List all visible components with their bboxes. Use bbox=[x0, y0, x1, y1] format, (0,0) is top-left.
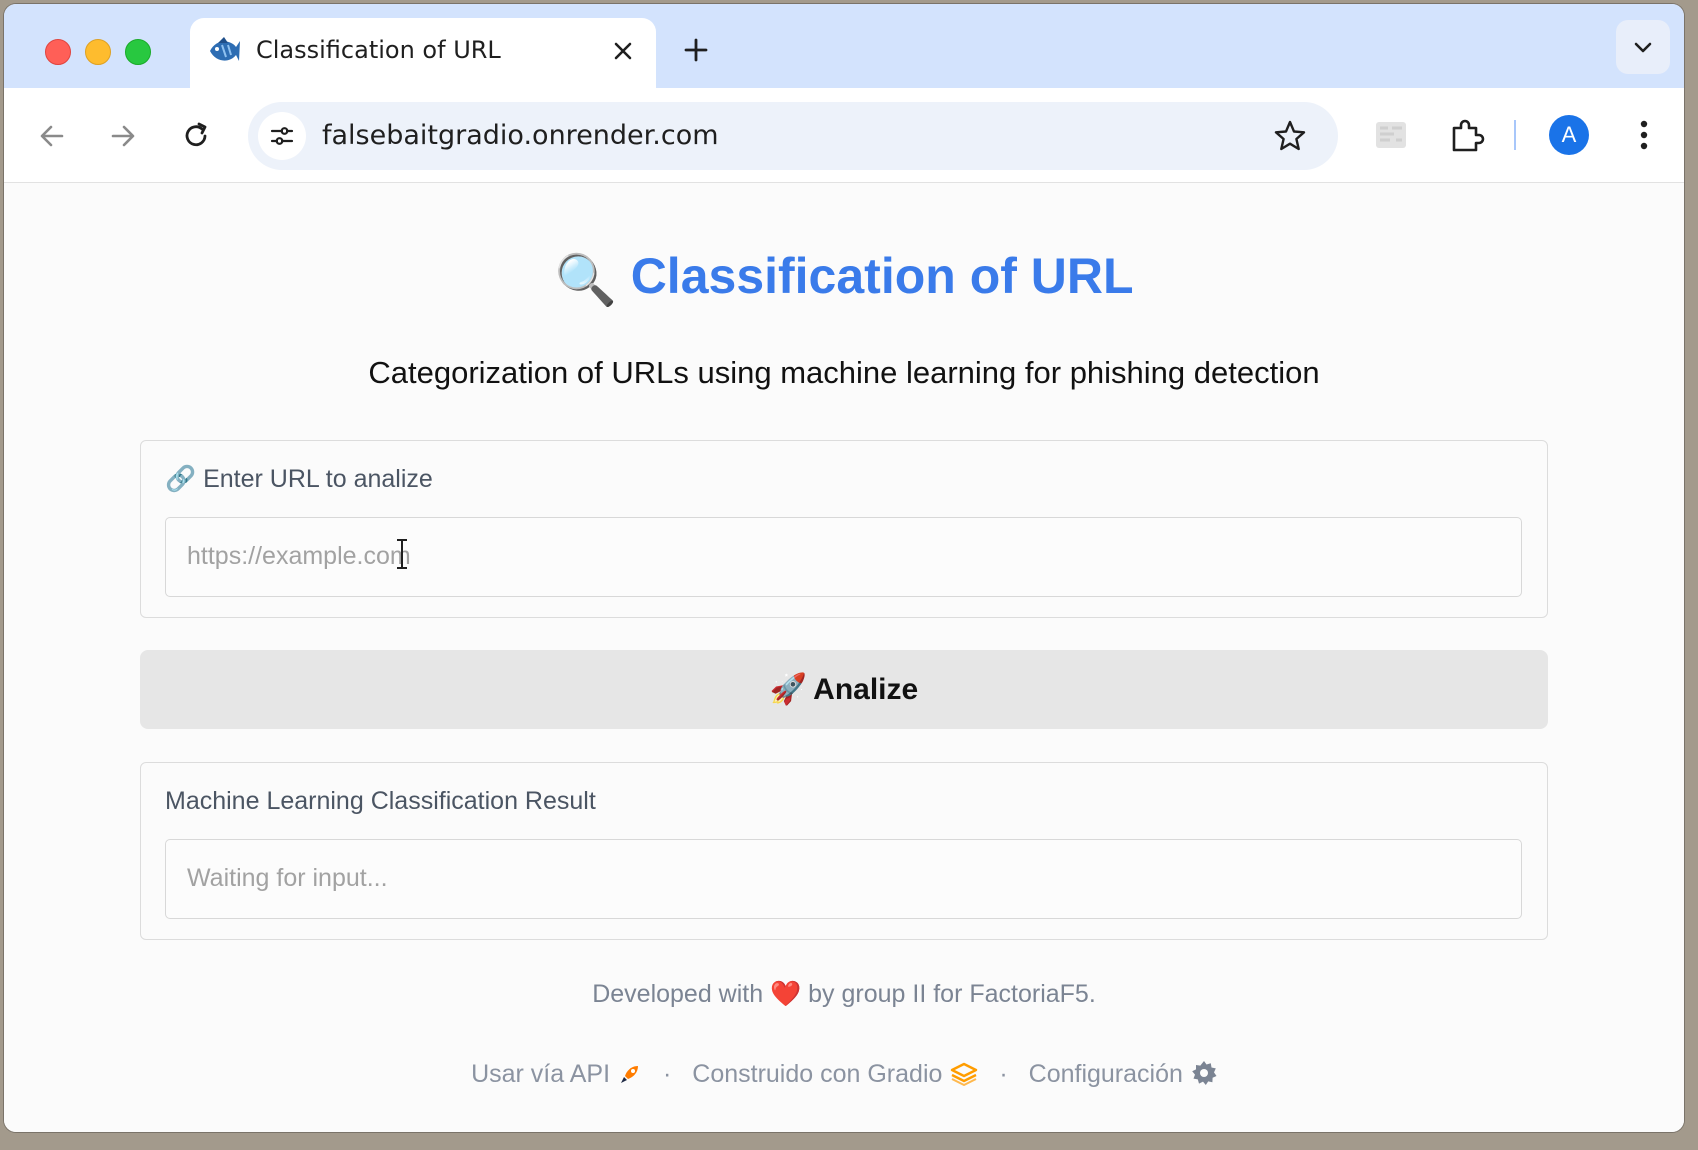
browser-toolbar: falsebaitgradio.onrender.com A bbox=[4, 88, 1684, 183]
address-bar[interactable]: falsebaitgradio.onrender.com bbox=[248, 102, 1338, 170]
footer-separator: · bbox=[662, 1060, 672, 1088]
browser-window: Classification of URL falsebaitgradio.on… bbox=[4, 4, 1684, 1132]
rocket-icon bbox=[621, 1066, 639, 1083]
page-title: 🔍 Classification of URL bbox=[4, 247, 1684, 310]
kebab-icon[interactable] bbox=[1626, 116, 1662, 154]
rocket-icon: 🚀 bbox=[769, 673, 808, 706]
star-icon[interactable] bbox=[1272, 118, 1308, 154]
tab-title: Classification of URL bbox=[256, 36, 501, 64]
page-title-text: Classification of URL bbox=[630, 248, 1134, 304]
analyze-button-label: Analize bbox=[813, 673, 919, 706]
tune-icon bbox=[270, 127, 294, 145]
chevron-down-icon bbox=[1634, 42, 1652, 53]
settings-link[interactable]: Configuración bbox=[1029, 1060, 1217, 1088]
page-content: 🔍 Classification of URL Categorization of… bbox=[4, 183, 1684, 1132]
tab-active[interactable]: Classification of URL bbox=[190, 18, 656, 88]
maximize-window-button[interactable] bbox=[125, 39, 151, 65]
reload-icon[interactable] bbox=[178, 118, 214, 154]
tab-search-button[interactable] bbox=[1616, 20, 1670, 74]
fish-favicon-icon bbox=[210, 37, 240, 61]
puzzle-icon[interactable] bbox=[1448, 116, 1486, 154]
forward-icon[interactable] bbox=[105, 118, 141, 154]
minimize-window-button[interactable] bbox=[85, 39, 111, 65]
profile-avatar[interactable]: A bbox=[1549, 115, 1589, 155]
analyze-button[interactable]: 🚀 Analize bbox=[140, 650, 1548, 729]
text-cursor-icon bbox=[397, 539, 407, 569]
plus-icon[interactable] bbox=[680, 34, 712, 66]
extension-icon[interactable] bbox=[1374, 118, 1408, 152]
url-input-placeholder: https://example.com bbox=[187, 542, 411, 570]
gradio-logo-icon bbox=[951, 1062, 978, 1086]
footer-links: Usar vía API · Construido con Gradio · C… bbox=[4, 1060, 1684, 1089]
url-input-label: 🔗 Enter URL to analize bbox=[165, 465, 433, 493]
result-label: Machine Learning Classification Result bbox=[165, 787, 596, 815]
url-input[interactable]: https://example.com bbox=[165, 517, 1522, 597]
url-text[interactable]: falsebaitgradio.onrender.com bbox=[322, 120, 719, 151]
toolbar-divider bbox=[1514, 120, 1516, 150]
footer-note: Developed with ❤️ by group II for Factor… bbox=[592, 980, 1096, 1008]
back-icon[interactable] bbox=[34, 118, 70, 154]
gradio-link[interactable]: Construido con Gradio bbox=[692, 1060, 978, 1088]
magnifier-emoji: 🔍 bbox=[554, 252, 617, 308]
api-link[interactable]: Usar vía API bbox=[471, 1060, 642, 1088]
url-input-block: 🔗 Enter URL to analize https://example.c… bbox=[140, 440, 1548, 618]
page-subtitle: Categorization of URLs using machine lea… bbox=[368, 355, 1320, 390]
close-icon[interactable] bbox=[610, 38, 636, 64]
result-output[interactable]: Waiting for input... bbox=[165, 839, 1522, 919]
gear-icon bbox=[1192, 1061, 1217, 1085]
close-window-button[interactable] bbox=[45, 39, 71, 65]
result-placeholder: Waiting for input... bbox=[187, 864, 388, 892]
site-info-button[interactable] bbox=[258, 112, 306, 160]
footer-separator: · bbox=[999, 1060, 1008, 1088]
tab-strip: Classification of URL bbox=[4, 4, 1684, 88]
result-block: Machine Learning Classification Result W… bbox=[140, 762, 1548, 940]
